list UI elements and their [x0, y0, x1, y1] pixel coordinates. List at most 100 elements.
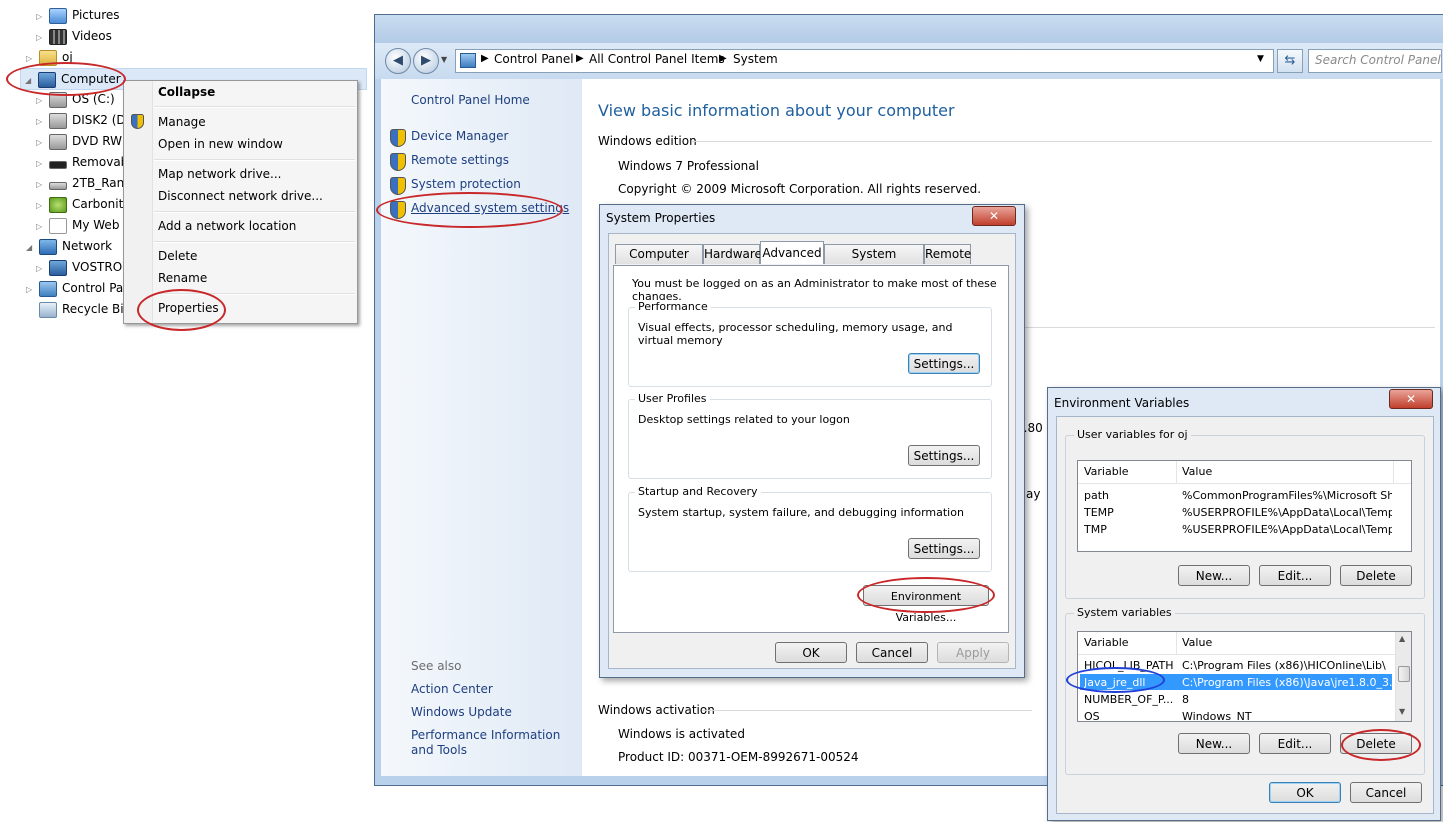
startup-recovery-settings-button[interactable]: Settings...	[908, 538, 980, 559]
expand-arrow-icon[interactable]: ▷	[36, 196, 46, 216]
search-input[interactable]: Search Control Panel	[1308, 49, 1442, 73]
system-delete-button[interactable]: Delete	[1340, 733, 1412, 754]
expand-arrow-icon[interactable]: ▷	[36, 259, 46, 279]
menu-item-properties[interactable]: Properties	[158, 298, 219, 318]
expand-arrow-icon[interactable]: ▷	[26, 49, 36, 69]
breadcrumb-control-panel[interactable]: Control Panel	[494, 52, 574, 66]
menu-item-open-new-window[interactable]: Open in new window	[158, 134, 283, 154]
window-titlebar[interactable]	[375, 15, 1443, 43]
menu-item-manage[interactable]: Manage	[158, 112, 206, 132]
performance-settings-button[interactable]: Settings...	[908, 353, 980, 374]
expand-arrow-icon[interactable]: ▷	[36, 133, 46, 153]
close-button[interactable]: ✕	[972, 206, 1016, 226]
user-var-value[interactable]: %USERPROFILE%\AppData\Local\Temp	[1182, 506, 1392, 519]
tab-hardware[interactable]: Hardware	[703, 244, 762, 264]
tab-remote[interactable]: Remote	[924, 244, 971, 264]
tab-advanced[interactable]: Advanced	[760, 241, 824, 264]
expand-arrow-icon[interactable]: ▷	[36, 91, 46, 111]
tab-computer-name[interactable]: Computer Name	[615, 244, 703, 280]
system-new-button[interactable]: New...	[1178, 733, 1250, 754]
expand-arrow-icon[interactable]: ▷	[36, 112, 46, 132]
address-dropdown-icon[interactable]: ▼	[1257, 54, 1264, 64]
collapse-arrow-icon[interactable]: ◢	[25, 71, 35, 91]
environment-variables-button[interactable]: Environment Variables...	[863, 585, 989, 624]
system-var-value[interactable]: Windows_NT	[1182, 710, 1394, 721]
vertical-scrollbar[interactable]: ▲ ▼	[1395, 632, 1411, 721]
tree-item-vostro[interactable]: ▷ VOSTRO	[36, 257, 122, 277]
remote-settings-link[interactable]: Remote settings	[411, 153, 509, 167]
user-new-button[interactable]: New...	[1178, 565, 1250, 586]
device-manager-link[interactable]: Device Manager	[411, 129, 508, 143]
menu-item-delete[interactable]: Delete	[158, 246, 197, 266]
system-var-value[interactable]: C:\Program Files (x86)\HICOnline\Lib\	[1182, 659, 1394, 672]
user-var-name[interactable]: path	[1084, 489, 1109, 502]
close-button[interactable]: ✕	[1389, 389, 1433, 409]
control-panel-home-link[interactable]: Control Panel Home	[411, 93, 530, 107]
column-header-variable[interactable]: Variable	[1084, 636, 1129, 649]
system-var-name-selected[interactable]: Java_jre_dll	[1084, 676, 1145, 689]
windows-update-link[interactable]: Windows Update	[411, 705, 512, 719]
system-var-value[interactable]: 8	[1182, 693, 1394, 706]
tree-item-carbonite[interactable]: ▷ Carbonite	[36, 194, 131, 214]
refresh-button[interactable]: ⇆	[1277, 49, 1303, 73]
system-protection-link[interactable]: System protection	[411, 177, 521, 191]
menu-item-map-network-drive[interactable]: Map network drive...	[158, 164, 282, 184]
expand-arrow-icon[interactable]: ▷	[36, 154, 46, 174]
advanced-system-settings-link[interactable]: Advanced system settings	[411, 201, 569, 215]
user-profiles-settings-button[interactable]: Settings...	[908, 445, 980, 466]
tree-item-disk2-d[interactable]: ▷ DISK2 (D:)	[36, 110, 134, 130]
tab-system-protection[interactable]: System Protection	[824, 244, 924, 280]
scroll-thumb[interactable]	[1398, 666, 1410, 682]
apply-button[interactable]: Apply	[937, 642, 1009, 663]
tree-item-network[interactable]: ◢ Network	[26, 236, 112, 256]
user-var-name[interactable]: TEMP	[1084, 506, 1114, 519]
user-var-name[interactable]: TMP	[1084, 523, 1107, 536]
forward-button[interactable]: ▶	[413, 48, 439, 74]
expand-arrow-icon[interactable]: ▷	[36, 7, 46, 27]
tree-item-recycle-bin[interactable]: Recycle Bin	[26, 299, 131, 319]
collapse-arrow-icon[interactable]: ◢	[26, 238, 36, 258]
tree-item-pictures[interactable]: ▷ Pictures	[36, 5, 120, 25]
tree-item-my-web-sites[interactable]: ▷ My Web Si	[36, 215, 134, 235]
user-edit-button[interactable]: Edit...	[1259, 565, 1331, 586]
tree-item-dvd[interactable]: ▷ DVD RW D	[36, 131, 135, 151]
action-center-link[interactable]: Action Center	[411, 682, 493, 696]
recent-pages-arrow-icon[interactable]: ▼	[441, 55, 447, 64]
system-var-name[interactable]: HICOL_LIB_PATH	[1084, 659, 1174, 672]
expand-arrow-icon[interactable]: ▷	[26, 280, 36, 300]
tree-item-videos[interactable]: ▷ Videos	[36, 26, 112, 46]
tree-item-control-panel[interactable]: ▷ Control Pane	[26, 278, 138, 298]
system-var-name[interactable]: OS	[1084, 710, 1100, 721]
menu-item-disconnect-network-drive[interactable]: Disconnect network drive...	[158, 186, 323, 206]
performance-info-link[interactable]: Performance Information and Tools	[411, 728, 576, 758]
scroll-up-arrow-icon[interactable]: ▲	[1399, 634, 1405, 643]
user-delete-button[interactable]: Delete	[1340, 565, 1412, 586]
breadcrumb-all-items[interactable]: All Control Panel Items	[589, 52, 725, 66]
system-variables-list[interactable]: Variable Value HICOL_LIB_PATH C:\Program…	[1077, 631, 1412, 722]
system-edit-button[interactable]: Edit...	[1259, 733, 1331, 754]
tree-item-oj[interactable]: ▷ oj	[26, 47, 73, 67]
expand-arrow-icon[interactable]: ▷	[36, 175, 46, 195]
user-var-value[interactable]: %USERPROFILE%\AppData\Local\Temp	[1182, 523, 1392, 536]
menu-item-rename[interactable]: Rename	[158, 268, 207, 288]
column-header-variable[interactable]: Variable	[1084, 465, 1129, 478]
menu-item-add-network-location[interactable]: Add a network location	[158, 216, 296, 236]
cancel-button[interactable]: Cancel	[1350, 782, 1422, 803]
user-var-value[interactable]: %CommonProgramFiles%\Microsoft Sh...	[1182, 489, 1392, 502]
column-header-value[interactable]: Value	[1182, 636, 1212, 649]
user-variables-list[interactable]: Variable Value path %CommonProgramFiles%…	[1077, 460, 1412, 552]
system-var-value-selected[interactable]: C:\Program Files (x86)\Java\jre1.8.0_3..…	[1182, 676, 1394, 689]
expand-arrow-icon[interactable]: ▷	[36, 217, 46, 237]
system-var-name[interactable]: NUMBER_OF_P...	[1084, 693, 1173, 706]
column-header-value[interactable]: Value	[1182, 465, 1212, 478]
menu-item-collapse[interactable]: Collapse	[158, 82, 215, 102]
tree-item-os-c[interactable]: ▷ OS (C:)	[36, 89, 115, 109]
back-button[interactable]: ◀	[385, 48, 411, 74]
ok-button[interactable]: OK	[775, 642, 847, 663]
ok-button[interactable]: OK	[1269, 782, 1341, 803]
expand-arrow-icon[interactable]: ▷	[36, 28, 46, 48]
breadcrumb-system[interactable]: System	[733, 52, 778, 66]
address-bar[interactable]: ▶ Control Panel ▶ All Control Panel Item…	[455, 49, 1274, 73]
scroll-down-arrow-icon[interactable]: ▼	[1399, 707, 1405, 716]
cancel-button[interactable]: Cancel	[856, 642, 928, 663]
